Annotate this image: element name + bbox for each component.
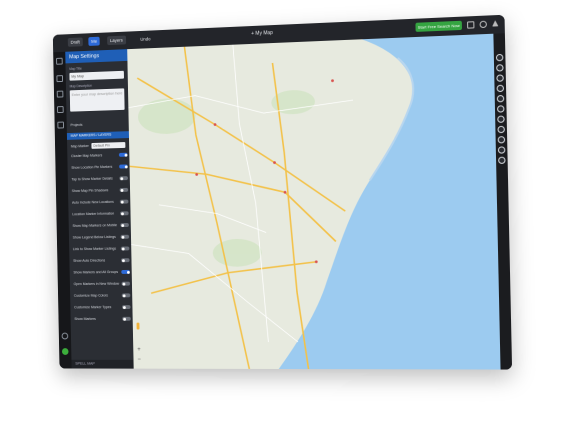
print-icon[interactable] xyxy=(498,157,505,164)
toggle-switch[interactable] xyxy=(119,176,128,180)
me-button[interactable]: Me xyxy=(88,37,100,46)
pin-icon[interactable] xyxy=(498,136,505,143)
street-view-icon[interactable] xyxy=(137,323,140,330)
draft-button[interactable]: Draft xyxy=(68,37,83,46)
toggle-row[interactable]: Link to Show Marker Listings xyxy=(73,245,130,254)
toggle-switch[interactable] xyxy=(122,293,131,297)
marker-select-row[interactable]: Map Marker Default Pin xyxy=(71,141,128,150)
toggle-switch[interactable] xyxy=(122,305,131,309)
panel-footer[interactable]: SPELL MAP xyxy=(71,360,133,369)
toggle-switch[interactable] xyxy=(119,164,128,168)
toggle-label: Customize Marker Types xyxy=(74,305,111,309)
toggle-label: Show Map Markers on Mobile xyxy=(72,223,117,228)
toggle-switch[interactable] xyxy=(119,153,128,157)
toggle-switch[interactable] xyxy=(121,235,130,239)
help-icon[interactable] xyxy=(62,348,69,355)
toggle-row[interactable]: Open Markers in New Window xyxy=(74,280,131,288)
toggle-label: Auto Include New Locations xyxy=(72,200,114,205)
zoom-in-button[interactable]: + xyxy=(136,347,142,353)
toggle-label: Show Markers xyxy=(74,317,96,321)
app-window: Draft Me Layers Undo + My Map Start Free… xyxy=(53,15,512,370)
desc-label: Map Description xyxy=(70,84,92,89)
toggle-row[interactable]: Show Auto Directions xyxy=(73,256,130,265)
toggle-row[interactable]: Customize Map Colors xyxy=(74,291,131,299)
toggle-row[interactable]: Auto Include New Locations xyxy=(72,198,129,207)
layers-button[interactable]: Layers xyxy=(107,36,126,46)
toggle-switch[interactable] xyxy=(122,317,131,321)
user-icon[interactable] xyxy=(62,333,69,340)
toggle-switch[interactable] xyxy=(121,258,130,262)
marker-label: Map Marker xyxy=(71,144,89,148)
toggle-row[interactable]: Tap to Show Marker Details xyxy=(71,174,128,183)
undo-button[interactable]: Undo xyxy=(137,34,153,44)
settings-panel: Map Settings Map Title My Map Map Descri… xyxy=(65,49,133,368)
zoom-out-button[interactable]: − xyxy=(136,357,142,363)
map-svg[interactable] xyxy=(127,34,500,370)
toggle-row[interactable]: Cluster Map Markers xyxy=(71,151,128,160)
toggle-row[interactable]: Show Markers and All Groups xyxy=(73,268,130,276)
toggle-row[interactable]: Show Location Pin Markers xyxy=(71,162,128,171)
toggle-switch[interactable] xyxy=(121,246,130,250)
location-icon[interactable] xyxy=(497,85,504,92)
name-label: Map Title xyxy=(69,67,82,71)
layout-icon[interactable] xyxy=(467,21,474,28)
toggle-row[interactable]: Show Map Pin Shadows xyxy=(72,186,129,195)
hand-icon[interactable] xyxy=(497,95,504,102)
layers-icon[interactable] xyxy=(497,126,504,133)
gear-icon[interactable] xyxy=(56,58,63,65)
toggle-row[interactable]: Show Legend Below Listings xyxy=(73,233,130,242)
route-icon[interactable] xyxy=(497,116,504,123)
toggle-switch[interactable] xyxy=(120,188,129,192)
toggle-label: Show Auto Directions xyxy=(73,259,105,263)
map-name-input[interactable]: My Map xyxy=(69,71,124,81)
settings-icon[interactable] xyxy=(480,21,487,28)
code-icon[interactable] xyxy=(57,122,64,129)
toggle-label: Link to Show Marker Listings xyxy=(73,247,116,252)
toggle-switch[interactable] xyxy=(120,200,129,204)
toggle-switch[interactable] xyxy=(121,270,130,274)
home-icon[interactable] xyxy=(56,75,63,82)
toggle-switch[interactable] xyxy=(121,282,130,286)
panel-title: Map Settings xyxy=(65,49,127,63)
zoom-in-icon[interactable] xyxy=(496,64,503,71)
toggle-label: Location Marker Information xyxy=(72,212,114,217)
toggle-switch[interactable] xyxy=(120,223,129,227)
map-description-input[interactable]: Enter your map description here xyxy=(70,88,125,111)
toggle-label: Show Map Pin Shadows xyxy=(72,188,109,193)
image-icon[interactable] xyxy=(498,146,505,153)
toggle-label: Open Markers in New Window xyxy=(74,282,120,286)
search-icon[interactable] xyxy=(496,54,503,61)
toggle-label: Tap to Show Marker Details xyxy=(72,177,113,182)
layers-icon[interactable] xyxy=(57,91,64,98)
toggle-row[interactable]: Show Markers xyxy=(74,315,131,323)
pencil-icon[interactable] xyxy=(497,105,504,112)
toggle-switch[interactable] xyxy=(120,211,129,215)
map-title[interactable]: + My Map xyxy=(251,30,273,37)
toggle-label: Show Markers and All Groups xyxy=(73,270,118,274)
toggle-label: Show Location Pin Markers xyxy=(71,165,112,170)
markers-section-header[interactable]: MAP MARKERS / LAYERS xyxy=(67,131,129,140)
toggle-row[interactable]: Customize Marker Types xyxy=(74,303,131,311)
toggle-label: Cluster Map Markers xyxy=(71,153,102,158)
alert-icon[interactable] xyxy=(492,20,498,26)
toggle-label: Show Legend Below Listings xyxy=(73,235,116,240)
calendar-icon[interactable] xyxy=(57,106,64,113)
toggle-label: Customize Map Colors xyxy=(74,294,108,298)
zoom-out-icon[interactable] xyxy=(496,74,503,81)
start-search-button[interactable]: Start Free Search Now xyxy=(415,21,462,32)
map-canvas[interactable]: + − xyxy=(127,34,500,370)
toggle-row[interactable]: Location Marker Information xyxy=(72,209,129,218)
toggle-row[interactable]: Show Map Markers on Mobile xyxy=(72,221,129,230)
marker-select[interactable]: Default Pin xyxy=(91,142,125,149)
projects-row[interactable]: Projects xyxy=(70,120,127,130)
